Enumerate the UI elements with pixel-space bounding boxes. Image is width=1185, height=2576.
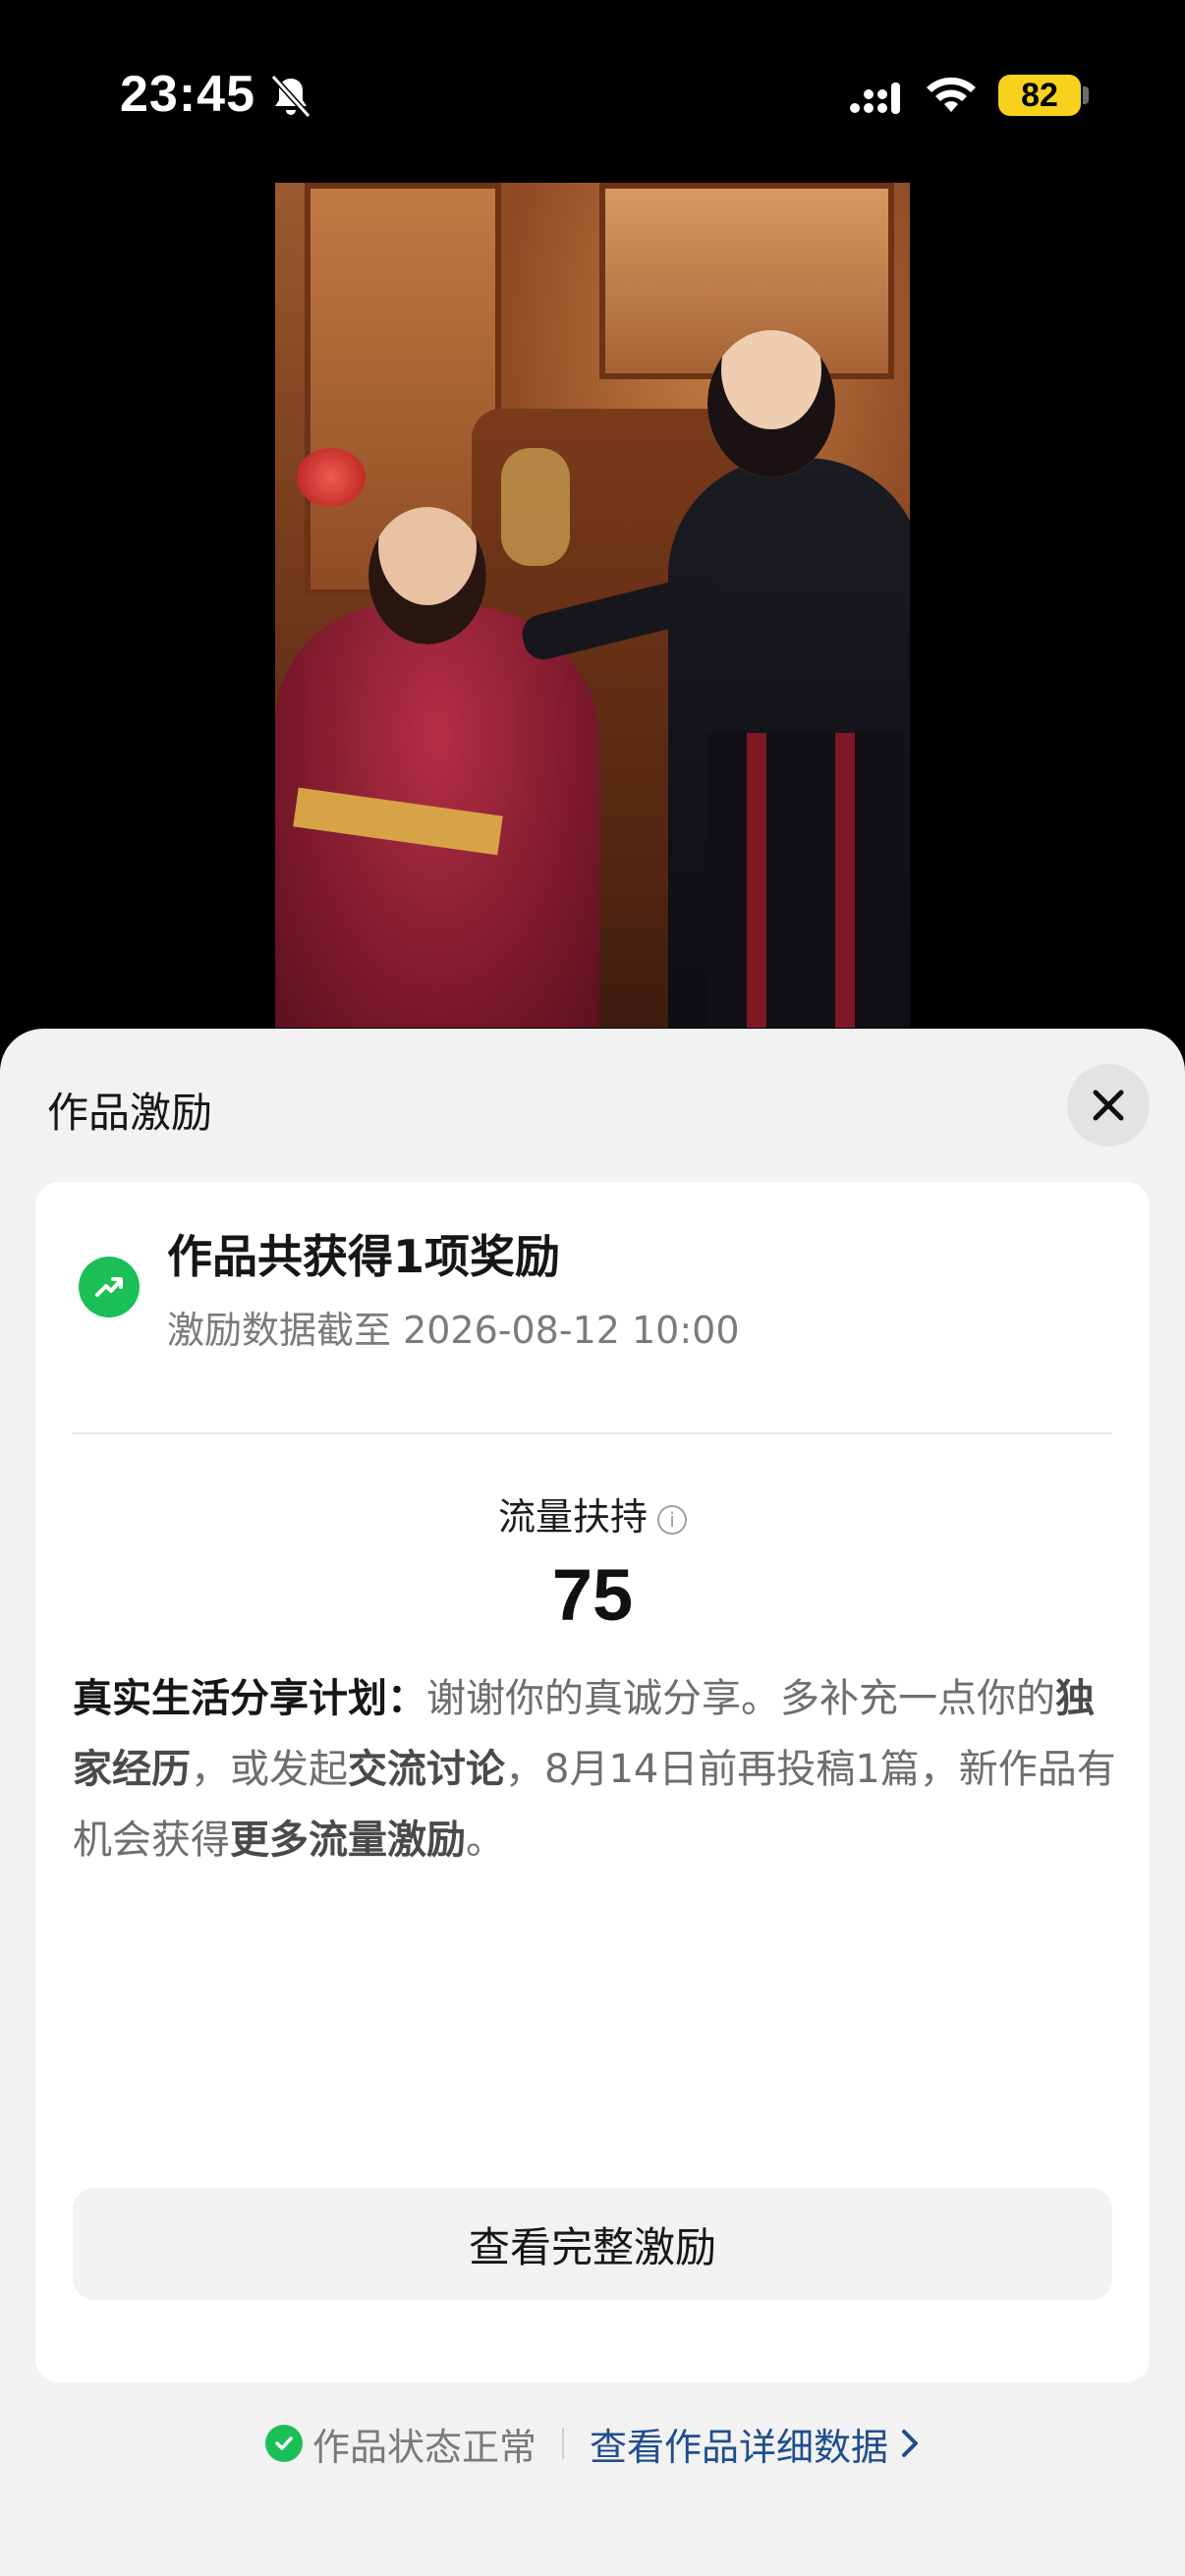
metric-label-text: 流量扶持	[497, 1495, 648, 1539]
video-figure-head	[368, 507, 486, 644]
desc-text: 谢谢你的真诚分享。多补充一点你的	[426, 1676, 1055, 1721]
video-carving	[501, 448, 570, 566]
video-fruit	[297, 448, 366, 507]
view-detail-data-link[interactable]: 查看作品详细数据	[590, 2417, 920, 2471]
detail-link-label: 查看作品详细数据	[590, 2425, 889, 2469]
desc-highlight: 交流讨论	[348, 1747, 505, 1792]
video-figure-head	[707, 330, 835, 477]
footer-status-bar: 作品状态正常 查看作品详细数据	[0, 2404, 1185, 2483]
plan-name: 真实生活分享计划：	[73, 1676, 426, 1721]
plan-description: 真实生活分享计划：谢谢你的真诚分享。多补充一点你的独家经历，或发起交流讨论，8月…	[73, 1663, 1124, 1876]
traffic-support-value: 75	[551, 1554, 634, 1636]
view-full-incentive-button[interactable]: 查看完整激励	[73, 2188, 1112, 2300]
traffic-support-label: 流量扶持 i	[35, 1486, 1150, 1540]
wifi-icon	[927, 77, 976, 112]
bell-muted-icon	[270, 74, 311, 119]
incentive-sheet: 作品激励 作品共获得1项奖励 激励数据截至 2026-08-12 10:00 流…	[0, 1029, 1185, 2576]
desc-highlight: 更多流量激励	[230, 1818, 466, 1863]
chevron-right-icon	[902, 2430, 919, 2457]
reward-timestamp: 激励数据截至 2026-08-12 10:00	[167, 1309, 740, 1352]
desc-text: 。	[466, 1818, 505, 1863]
separator	[562, 2428, 564, 2459]
cellular-signal-icon	[850, 83, 900, 114]
video-thumbnail[interactable]	[275, 183, 910, 1028]
check-circle-icon	[264, 2425, 303, 2462]
info-icon[interactable]: i	[657, 1504, 687, 1535]
battery-tip	[1083, 86, 1089, 104]
sheet-title: 作品激励	[47, 1089, 213, 1137]
close-icon	[1093, 1090, 1124, 1121]
reward-title: 作品共获得1项奖励	[167, 1230, 561, 1283]
reward-card: 作品共获得1项奖励 激励数据截至 2026-08-12 10:00 流量扶持 i …	[35, 1182, 1150, 2382]
divider	[73, 1432, 1112, 1434]
desc-text: ，或发起	[191, 1747, 348, 1792]
battery-level: 82	[998, 75, 1081, 116]
status-time: 23:45	[120, 66, 255, 123]
close-button[interactable]	[1067, 1064, 1150, 1147]
video-skirt	[707, 733, 904, 1028]
status-bar: 23:45 82	[0, 0, 1185, 187]
work-status-text: 作品状态正常	[311, 2425, 536, 2469]
trend-up-icon	[79, 1257, 140, 1317]
